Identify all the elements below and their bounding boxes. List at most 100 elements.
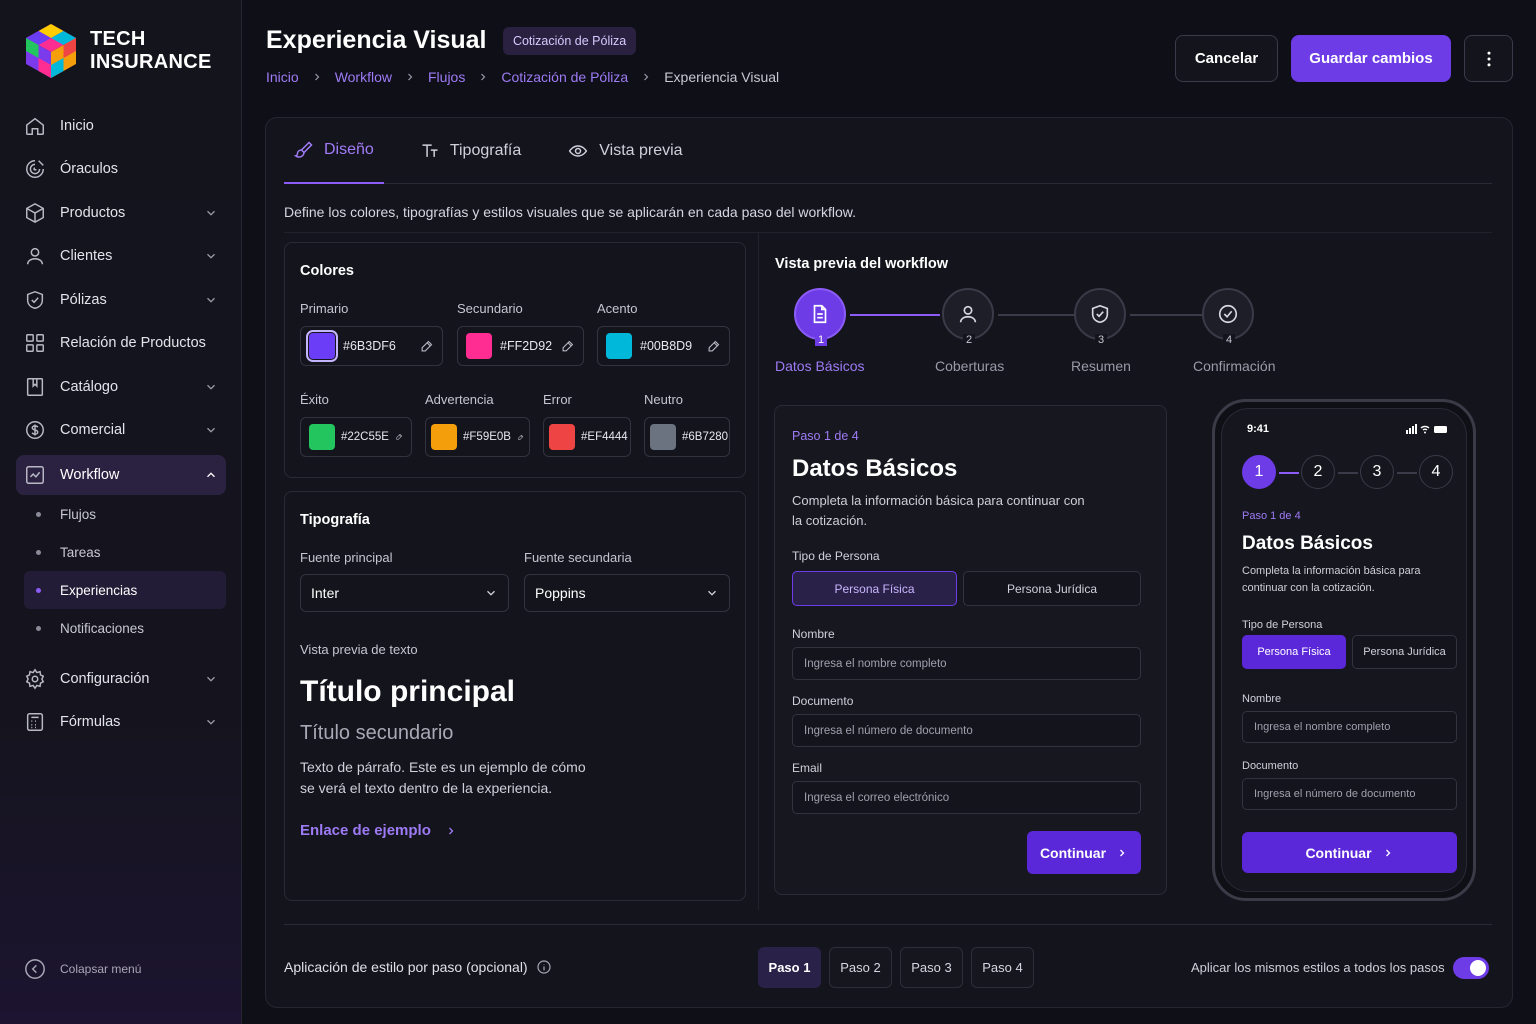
save-button[interactable]: Guardar cambios — [1291, 35, 1451, 82]
form-description: Completa la información básica para cont… — [792, 493, 1085, 528]
chevron-right-icon — [644, 73, 649, 81]
sample-paragraph: Texto de párrafo. Este es un ejemplo de … — [300, 759, 586, 796]
color-label: Secundario — [457, 301, 523, 316]
collapse-menu-button[interactable]: Colapsar menú — [24, 958, 141, 980]
continue-label: Continuar — [1305, 844, 1372, 861]
breadcrumb-link[interactable]: Cotización de Póliza — [501, 69, 628, 85]
gear-icon — [25, 668, 45, 690]
color-chip — [306, 330, 338, 362]
sidebar-item-comercial[interactable]: Comercial — [16, 409, 226, 453]
eyedropper-icon[interactable] — [706, 339, 721, 354]
chevron-down-icon — [708, 590, 716, 596]
chevron-down-icon — [487, 590, 495, 596]
step-datos-basicos[interactable] — [794, 288, 846, 340]
paso-2-button[interactable]: Paso 2 — [829, 947, 892, 988]
color-swatch-error[interactable]: #EF4444 — [543, 417, 631, 457]
sidebar-subitem-notificaciones[interactable]: Notificaciones — [24, 609, 226, 647]
email-label: Email — [792, 761, 823, 775]
sidebar-item-polizas[interactable]: Pólizas — [16, 278, 226, 322]
step-connector — [1130, 314, 1202, 316]
tab-diseno[interactable]: Diseño — [284, 118, 384, 184]
sidebar-subitem-flujos[interactable]: Flujos — [24, 495, 226, 533]
sidebar-item-oraculos[interactable]: Óraculos — [16, 148, 226, 192]
sidebar-item-relacion-productos[interactable]: Relación de Productos — [16, 322, 226, 366]
paso-3-button[interactable]: Paso 3 — [900, 947, 963, 988]
phone-person-juridica-option[interactable]: Persona Jurídica — [1352, 635, 1457, 669]
sidebar-item-workflow[interactable]: Workflow — [16, 455, 226, 495]
chevron-left-circle-icon — [25, 959, 45, 979]
sample-link[interactable]: Enlace de ejemplo — [300, 822, 457, 839]
sidebar-item-label: Relación de Productos — [60, 335, 206, 352]
phone-continue-button[interactable]: Continuar — [1242, 832, 1457, 873]
color-swatch-warning[interactable]: #F59E0B — [425, 417, 530, 457]
bullet-icon — [36, 587, 41, 593]
sidebar-subitem-tareas[interactable]: Tareas — [24, 533, 226, 571]
phone-person-fisica-option[interactable]: Persona Física — [1242, 635, 1346, 669]
breadcrumb-link[interactable]: Flujos — [428, 69, 465, 85]
document-input[interactable]: Ingresa el número de documento — [792, 714, 1141, 747]
chevron-right-icon — [314, 73, 320, 81]
step-coberturas[interactable] — [942, 288, 994, 340]
color-swatch-success[interactable]: #22C55E — [300, 417, 412, 457]
eyedropper-icon[interactable] — [395, 430, 403, 444]
email-input[interactable]: Ingresa el correo electrónico — [792, 781, 1141, 814]
sidebar-item-catalogo[interactable]: Catálogo — [16, 365, 226, 409]
grid-icon — [26, 334, 44, 353]
phone-name-input[interactable]: Ingresa el nombre completo — [1242, 711, 1457, 743]
more-options-button[interactable] — [1464, 35, 1513, 82]
sidebar-item-configuracion[interactable]: Configuración — [16, 657, 226, 701]
workflow-preview-title: Vista previa del workflow — [775, 256, 948, 272]
color-swatch-accent[interactable]: #00B8D9 — [597, 326, 730, 366]
breadcrumb-link[interactable]: Workflow — [335, 69, 392, 85]
eyedropper-icon[interactable] — [419, 339, 434, 354]
secondary-font-select[interactable]: Poppins — [524, 574, 730, 612]
secondary-font-label: Fuente secundaria — [524, 550, 632, 565]
sidebar-subitem-experiencias[interactable]: Experiencias — [24, 571, 226, 609]
paso-1-button[interactable]: Paso 1 — [758, 947, 821, 988]
info-icon[interactable] — [536, 959, 552, 975]
sidebar-item-label: Fórmulas — [60, 714, 121, 731]
sidebar-item-formulas[interactable]: Fórmulas — [16, 701, 226, 745]
color-hex: #6B7280 — [682, 431, 729, 443]
color-swatch-neutral[interactable]: #6B7280 — [644, 417, 730, 457]
cancel-button[interactable]: Cancelar — [1175, 35, 1278, 82]
logo[interactable]: TECH INSURANCE — [24, 22, 212, 80]
color-swatch-primary[interactable]: #6B3DF6 — [300, 326, 443, 366]
step-number: 4 — [1223, 334, 1236, 346]
status-bar-icons — [1406, 424, 1447, 434]
sidebar-item-inicio[interactable]: Inicio — [16, 104, 226, 148]
sidebar-item-productos[interactable]: Productos — [16, 191, 226, 235]
tab-vista-previa[interactable]: Vista previa — [557, 118, 692, 184]
chevron-right-icon — [448, 827, 454, 834]
name-input[interactable]: Ingresa el nombre completo — [792, 647, 1141, 680]
step-resumen[interactable] — [1074, 288, 1126, 340]
paso-4-button[interactable]: Paso 4 — [971, 947, 1034, 988]
continue-button[interactable]: Continuar — [1027, 831, 1141, 874]
person-fisica-option[interactable]: Persona Física — [792, 571, 957, 606]
color-swatch-secondary[interactable]: #FF2D92 — [457, 326, 584, 366]
sidebar-item-clientes[interactable]: Clientes — [16, 235, 226, 279]
sidebar: TECH INSURANCE Inicio Óraculos Productos… — [0, 0, 242, 1024]
main-panel: Diseño Tipografía Vista previa Define lo… — [265, 117, 1513, 1008]
apply-all-toggle[interactable] — [1453, 957, 1489, 979]
phone-step-4[interactable]: 4 — [1419, 455, 1453, 489]
subitem-label: Notificaciones — [60, 620, 145, 636]
text-size-icon — [422, 144, 438, 157]
tab-label: Vista previa — [599, 142, 683, 159]
phone-step-3[interactable]: 3 — [1360, 455, 1394, 489]
tab-tipografia[interactable]: Tipografía — [410, 118, 531, 184]
preview-text-label: Vista previa de texto — [300, 642, 418, 657]
collapse-label: Colapsar menú — [60, 962, 142, 976]
phone-document-input[interactable]: Ingresa el número de documento — [1242, 778, 1457, 810]
phone-name-label: Nombre — [1242, 693, 1282, 705]
breadcrumb-link[interactable]: Inicio — [266, 69, 299, 85]
sample-link-label: Enlace de ejemplo — [300, 822, 431, 839]
primary-font-select[interactable]: Inter — [300, 574, 509, 612]
step-confirmacion[interactable] — [1202, 288, 1254, 340]
sidebar-item-label: Comercial — [60, 422, 126, 439]
eyedropper-icon[interactable] — [560, 339, 575, 354]
person-juridica-option[interactable]: Persona Jurídica — [963, 571, 1141, 606]
eyedropper-icon[interactable] — [517, 431, 524, 444]
phone-step-2[interactable]: 2 — [1301, 455, 1335, 489]
phone-step-1[interactable]: 1 — [1242, 455, 1276, 489]
